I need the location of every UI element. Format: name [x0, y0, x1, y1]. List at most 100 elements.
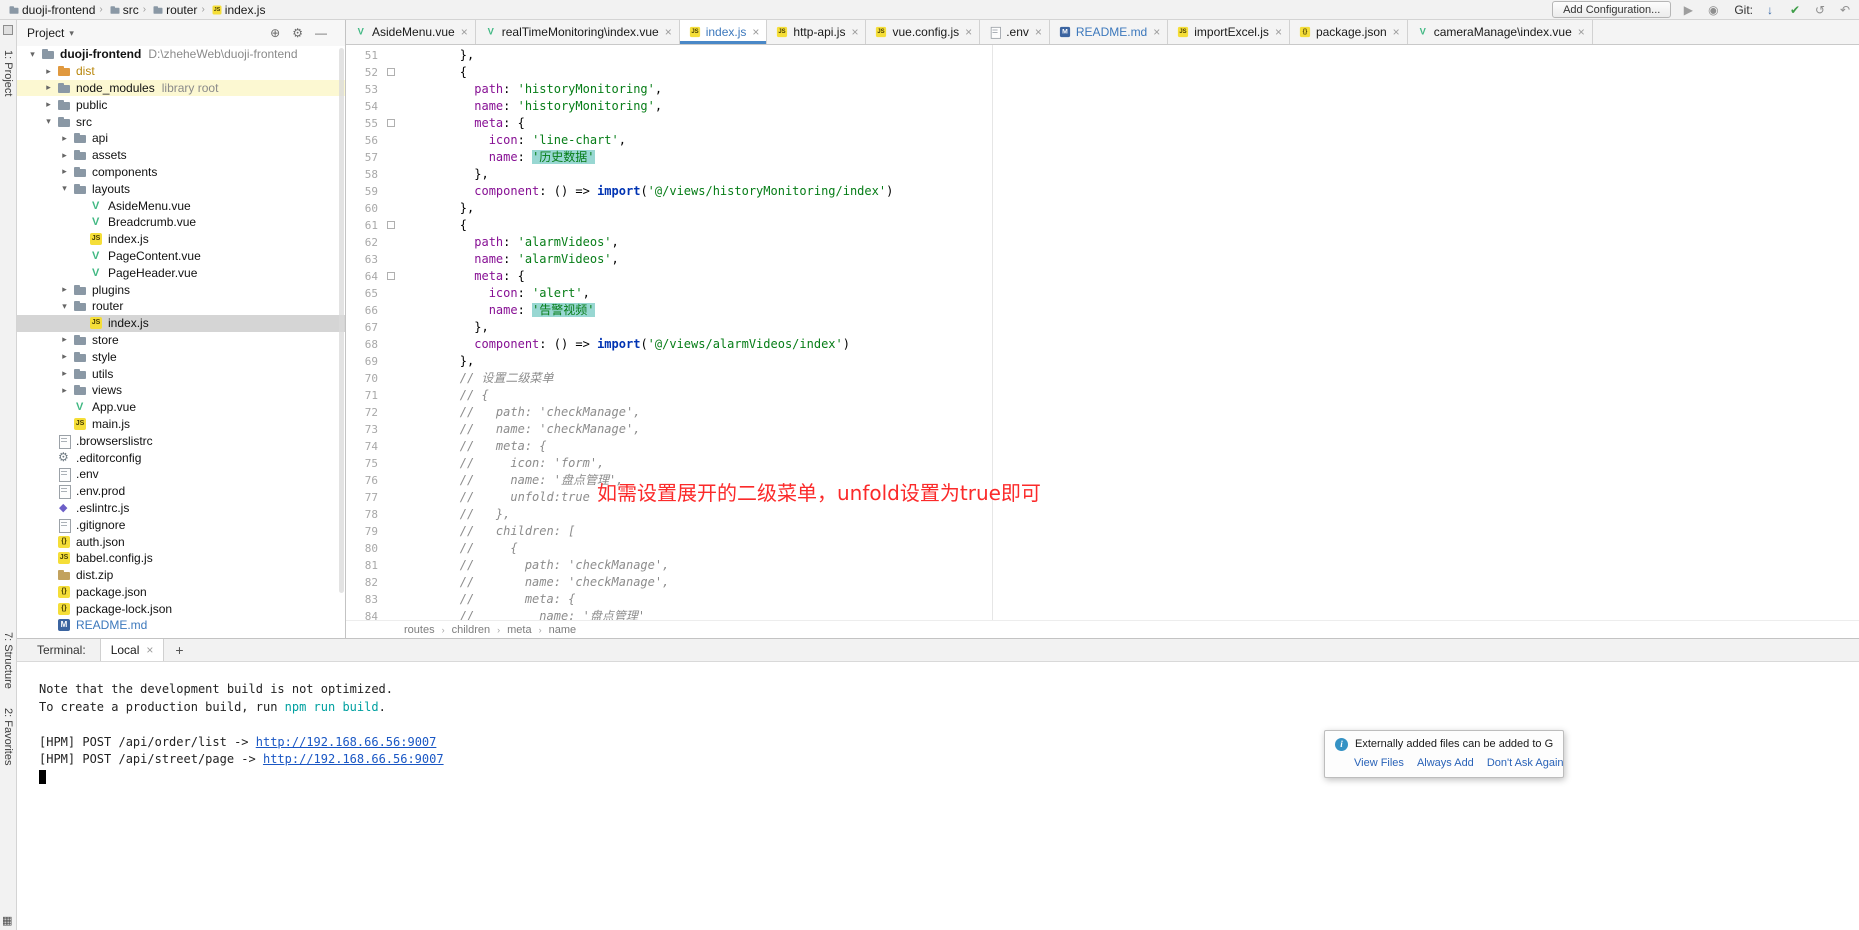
chevron-down-icon[interactable]: ▾ [69, 28, 74, 39]
chevron-right-icon[interactable]: ▸ [57, 284, 72, 295]
code-text[interactable]: name: '告警视频' [402, 302, 1859, 319]
tree-item[interactable]: dist.zip [17, 567, 345, 584]
chevron-right-icon[interactable]: ▸ [57, 334, 72, 345]
chevron-down-icon[interactable]: ▾ [41, 116, 56, 127]
run-icon[interactable]: ▶ [1680, 3, 1696, 17]
code-text[interactable]: name: 'historyMonitoring', [402, 98, 1859, 115]
code-text[interactable]: }, [402, 166, 1859, 183]
fold-marker-icon[interactable] [387, 119, 395, 127]
tree-item[interactable]: auth.json [17, 533, 345, 550]
add-configuration-button[interactable]: Add Configuration... [1552, 1, 1671, 18]
editor-breadcrumb-item[interactable]: children [452, 624, 491, 636]
tree-item[interactable]: README.md [17, 617, 345, 634]
chevron-right-icon[interactable]: ▸ [57, 166, 72, 177]
close-icon[interactable]: × [461, 25, 468, 39]
code-text[interactable]: name: '历史数据' [402, 149, 1859, 166]
close-icon[interactable]: × [1153, 25, 1160, 39]
locate-file-icon[interactable]: ⊕ [270, 26, 280, 40]
tree-item[interactable]: ▾layouts [17, 180, 345, 197]
code-text[interactable]: component: () => import('@/views/history… [402, 183, 1859, 200]
code-text[interactable]: }, [402, 353, 1859, 370]
code-text[interactable]: icon: 'line-chart', [402, 132, 1859, 149]
chevron-right-icon[interactable]: ▸ [57, 133, 72, 144]
tree-item[interactable]: ▾src [17, 113, 345, 130]
chevron-down-icon[interactable]: ▾ [25, 49, 40, 60]
editor-tab[interactable]: vue.config.js× [866, 20, 980, 44]
tree-item[interactable]: .gitignore [17, 516, 345, 533]
tree-item[interactable]: package-lock.json [17, 600, 345, 617]
tree-item[interactable]: ▸api [17, 130, 345, 147]
tree-item[interactable]: ▸store [17, 332, 345, 349]
code-text[interactable]: // path: 'checkManage', [402, 404, 1859, 421]
project-panel-title[interactable]: Project [27, 26, 64, 40]
terminal-link[interactable]: http://192.168.66.56:9007 [263, 752, 444, 766]
rollback-icon[interactable]: ↶ [1837, 3, 1853, 17]
editor-tab[interactable]: importExcel.js× [1168, 20, 1290, 44]
editor-tab[interactable]: package.json× [1290, 20, 1408, 44]
code-text[interactable]: // name: '盘点管理' [402, 608, 1859, 620]
tree-item[interactable]: .env.prod [17, 483, 345, 500]
code-text[interactable]: // path: 'checkManage', [402, 557, 1859, 574]
tree-item[interactable]: ▾router [17, 298, 345, 315]
tree-item[interactable]: ▸plugins [17, 281, 345, 298]
editor-tab[interactable]: .env× [980, 20, 1050, 44]
code-text[interactable]: { [402, 64, 1859, 81]
notification-link[interactable]: Don't Ask Again [1487, 757, 1564, 769]
chevron-right-icon[interactable]: ▸ [57, 351, 72, 362]
tree-item[interactable]: Breadcrumb.vue [17, 214, 345, 231]
chevron-down-icon[interactable]: ▾ [57, 301, 72, 312]
tool-button-project[interactable]: 1: Project [2, 50, 14, 96]
code-text[interactable]: meta: { [402, 268, 1859, 285]
editor-tab[interactable]: index.js× [680, 20, 768, 44]
code-text[interactable]: path: 'historyMonitoring', [402, 81, 1859, 98]
code-text[interactable]: // meta: { [402, 591, 1859, 608]
breadcrumb-item[interactable]: index.js [207, 2, 268, 18]
new-terminal-icon[interactable]: + [175, 642, 183, 658]
tree-item[interactable]: .eslintrc.js [17, 500, 345, 517]
breadcrumb-item[interactable]: duoji-frontend [4, 2, 97, 18]
tree-item[interactable]: ▸views [17, 382, 345, 399]
close-icon[interactable]: × [1578, 25, 1585, 39]
debug-icon[interactable]: ◉ [1705, 3, 1721, 17]
breadcrumb-item[interactable]: router [148, 2, 199, 18]
code-text[interactable]: path: 'alarmVideos', [402, 234, 1859, 251]
notification-link[interactable]: View Files [1354, 757, 1404, 769]
tree-item[interactable]: ▸assets [17, 147, 345, 164]
code-text[interactable]: // { [402, 540, 1859, 557]
tree-item[interactable]: .editorconfig [17, 449, 345, 466]
terminal-tab-local[interactable]: Local × [100, 639, 165, 661]
fold-marker-icon[interactable] [387, 68, 395, 76]
breadcrumb-item[interactable]: src [105, 2, 141, 18]
code-text[interactable]: }, [402, 200, 1859, 217]
code-text[interactable]: { [402, 217, 1859, 234]
code-text[interactable]: }, [402, 47, 1859, 64]
notification-link[interactable]: Always Add [1417, 757, 1474, 769]
tool-windows-corner-icon[interactable]: ▦ [2, 914, 12, 927]
close-icon[interactable]: × [965, 25, 972, 39]
chevron-right-icon[interactable]: ▸ [41, 66, 56, 77]
chevron-right-icon[interactable]: ▸ [57, 368, 72, 379]
fold-marker-icon[interactable] [387, 221, 395, 229]
editor-tab[interactable]: README.md× [1050, 20, 1168, 44]
code-text[interactable]: // }, [402, 506, 1859, 523]
tree-item[interactable]: package.json [17, 584, 345, 601]
close-icon[interactable]: × [1035, 25, 1042, 39]
code-text[interactable]: meta: { [402, 115, 1859, 132]
tree-item[interactable]: index.js [17, 231, 345, 248]
terminal-link[interactable]: http://192.168.66.56:9007 [256, 735, 437, 749]
chevron-right-icon[interactable]: ▸ [57, 385, 72, 396]
project-toolwindow-icon[interactable] [3, 25, 13, 35]
tree-item[interactable]: ▸utils [17, 365, 345, 382]
tree-item[interactable]: ▾duoji-frontendD:\zheheWeb\duoji-fronten… [17, 46, 345, 63]
tree-item[interactable]: App.vue [17, 399, 345, 416]
history-icon[interactable]: ↺ [1812, 3, 1828, 17]
tree-item[interactable]: PageContent.vue [17, 248, 345, 265]
tree-item[interactable]: ▸public [17, 96, 345, 113]
chevron-right-icon[interactable]: ▸ [41, 82, 56, 93]
close-icon[interactable]: × [1393, 25, 1400, 39]
code-text[interactable]: // { [402, 387, 1859, 404]
close-icon[interactable]: × [665, 25, 672, 39]
code-text[interactable]: // meta: { [402, 438, 1859, 455]
tree-item[interactable]: PageHeader.vue [17, 264, 345, 281]
editor-breadcrumb-item[interactable]: routes [404, 624, 435, 636]
